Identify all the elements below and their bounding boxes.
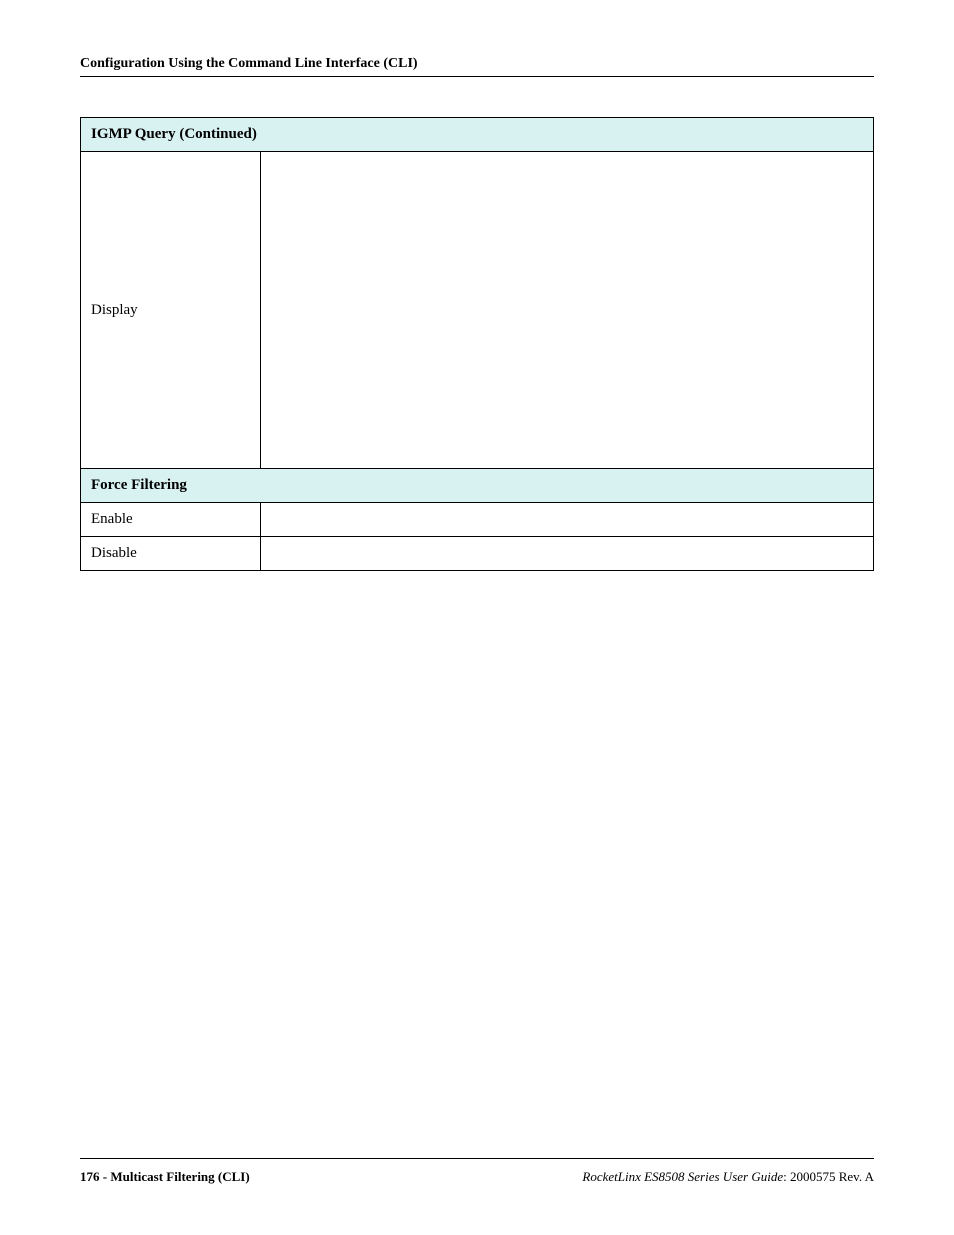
footer-product: RocketLinx ES8508 Series User Guide (582, 1169, 783, 1184)
row-content-enable (261, 503, 874, 537)
footer-left: 176 - Multicast Filtering (CLI) (80, 1169, 250, 1185)
footer-row: 176 - Multicast Filtering (CLI) RocketLi… (80, 1169, 874, 1185)
row-content-disable (261, 537, 874, 571)
footer-left-suffix: - Multicast Filtering (CLI) (100, 1169, 250, 1184)
footer-rule (80, 1158, 874, 1159)
header-title: Configuration Using the Command Line Int… (80, 56, 418, 71)
footer-right: RocketLinx ES8508 Series User Guide: 200… (582, 1169, 874, 1185)
page-header: Configuration Using the Command Line Int… (80, 56, 874, 77)
table-row: Disable (81, 537, 874, 571)
cli-reference-table: IGMP Query (Continued) Display Force Fil… (80, 117, 874, 571)
table-section-row: IGMP Query (Continued) (81, 118, 874, 152)
page-footer: 176 - Multicast Filtering (CLI) RocketLi… (80, 1158, 874, 1185)
row-content-display (261, 152, 874, 469)
section-header-igmp-query: IGMP Query (Continued) (81, 118, 874, 152)
footer-doc-rev: : 2000575 Rev. A (783, 1169, 874, 1184)
row-label-display: Display (81, 152, 261, 469)
table-row: Display (81, 152, 874, 469)
table-section-row: Force Filtering (81, 469, 874, 503)
document-page: Configuration Using the Command Line Int… (0, 0, 954, 1235)
page-number: 176 (80, 1169, 100, 1184)
section-header-force-filtering: Force Filtering (81, 469, 874, 503)
row-label-enable: Enable (81, 503, 261, 537)
table-row: Enable (81, 503, 874, 537)
row-label-disable: Disable (81, 537, 261, 571)
